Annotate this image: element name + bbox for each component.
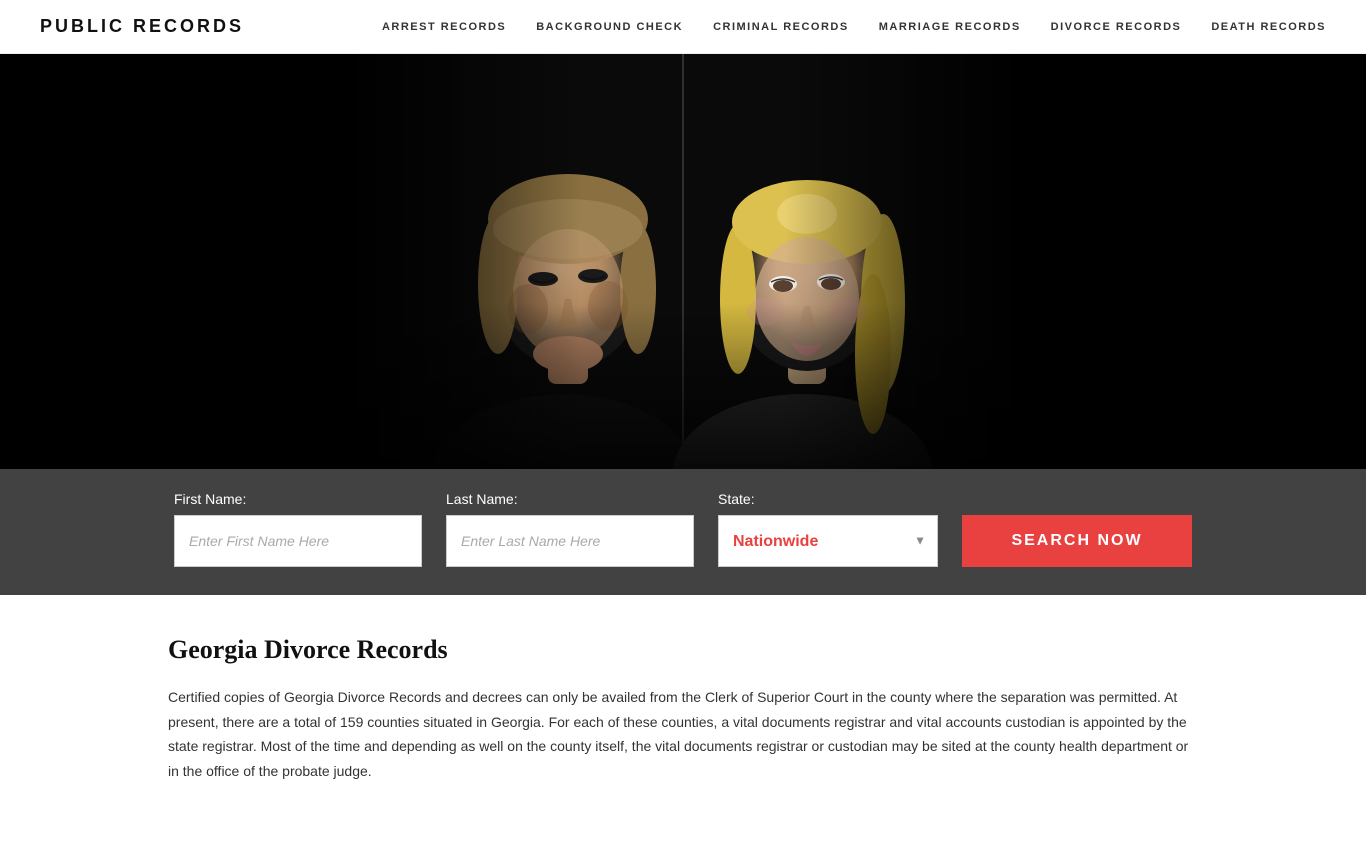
search-section: First Name: Last Name: State: Nationwide…: [0, 469, 1366, 595]
nav-marriage[interactable]: MARRIAGE RECORDS: [879, 21, 1021, 33]
last-name-input[interactable]: [446, 515, 694, 567]
site-logo: PUBLIC RECORDS: [40, 16, 244, 37]
state-select[interactable]: Nationwide Alabama Alaska Arizona Arkans…: [718, 515, 938, 567]
nav-divorce[interactable]: DIVORCE RECORDS: [1051, 21, 1182, 33]
content-section: Georgia Divorce Records Certified copies…: [108, 595, 1258, 843]
nav-background[interactable]: BACKGROUND CHECK: [536, 21, 683, 33]
content-title: Georgia Divorce Records: [168, 635, 1198, 665]
first-name-group: First Name:: [174, 491, 422, 567]
state-select-wrapper: Nationwide Alabama Alaska Arizona Arkans…: [718, 515, 938, 567]
main-nav: ARREST RECORDS BACKGROUND CHECK CRIMINAL…: [382, 21, 1326, 33]
hero-image: [343, 54, 1023, 469]
first-name-label: First Name:: [174, 491, 246, 507]
site-header: PUBLIC RECORDS ARREST RECORDS BACKGROUND…: [0, 0, 1366, 54]
state-label: State:: [718, 491, 755, 507]
nav-arrest[interactable]: ARREST RECORDS: [382, 21, 506, 33]
nav-death[interactable]: DEATH RECORDS: [1211, 21, 1326, 33]
nav-criminal[interactable]: CRIMINAL RECORDS: [713, 21, 849, 33]
first-name-input[interactable]: [174, 515, 422, 567]
last-name-label: Last Name:: [446, 491, 518, 507]
hero-section: [0, 54, 1366, 469]
search-now-button[interactable]: SEARCH NOW: [962, 515, 1192, 567]
hero-overlay-right: [1166, 54, 1366, 469]
last-name-group: Last Name:: [446, 491, 694, 567]
content-body: Certified copies of Georgia Divorce Reco…: [168, 685, 1198, 783]
state-group: State: Nationwide Alabama Alaska Arizona…: [718, 491, 938, 567]
hero-overlay-left: [0, 54, 200, 469]
